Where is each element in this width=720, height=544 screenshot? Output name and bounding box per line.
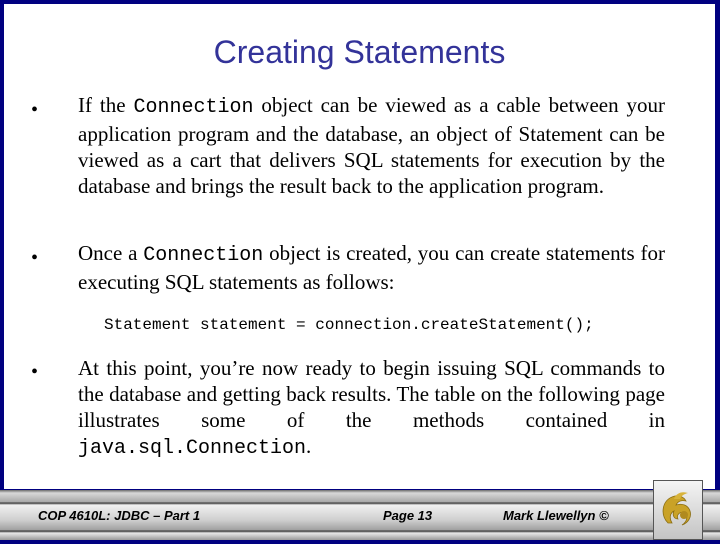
bullet-marker: • xyxy=(31,99,39,121)
text-run: If the xyxy=(78,93,134,117)
code-term: Connection xyxy=(143,244,264,267)
logo-box xyxy=(653,480,703,540)
bullet-marker: • xyxy=(31,361,39,383)
bullet-marker: • xyxy=(31,247,39,269)
footer-page-number: Page 13 xyxy=(383,508,433,523)
pegasus-logo-icon xyxy=(662,492,691,526)
bullet-paragraph-3: At this point, you’re now ready to begin… xyxy=(78,355,665,462)
footer-course: COP 4610L: JDBC – Part 1 xyxy=(38,508,201,523)
code-snippet: Statement statement = connection.createS… xyxy=(104,316,594,334)
footer-author: Mark Llewellyn © xyxy=(503,508,609,523)
bullet-paragraph-1: If the Connection object can be viewed a… xyxy=(78,92,665,199)
text-run: At this point, you’re now ready to begin… xyxy=(78,356,665,432)
text-run: . xyxy=(306,434,312,458)
slide-title: Creating Statements xyxy=(213,34,506,70)
code-term: Connection xyxy=(133,96,254,119)
text-run: Once a xyxy=(78,241,144,265)
bullet-paragraph-2: Once a Connection object is created, you… xyxy=(78,240,665,295)
slide-canvas: Creating Statements • If the Connection … xyxy=(4,4,715,489)
code-term: java.sql.Connection xyxy=(78,437,307,460)
